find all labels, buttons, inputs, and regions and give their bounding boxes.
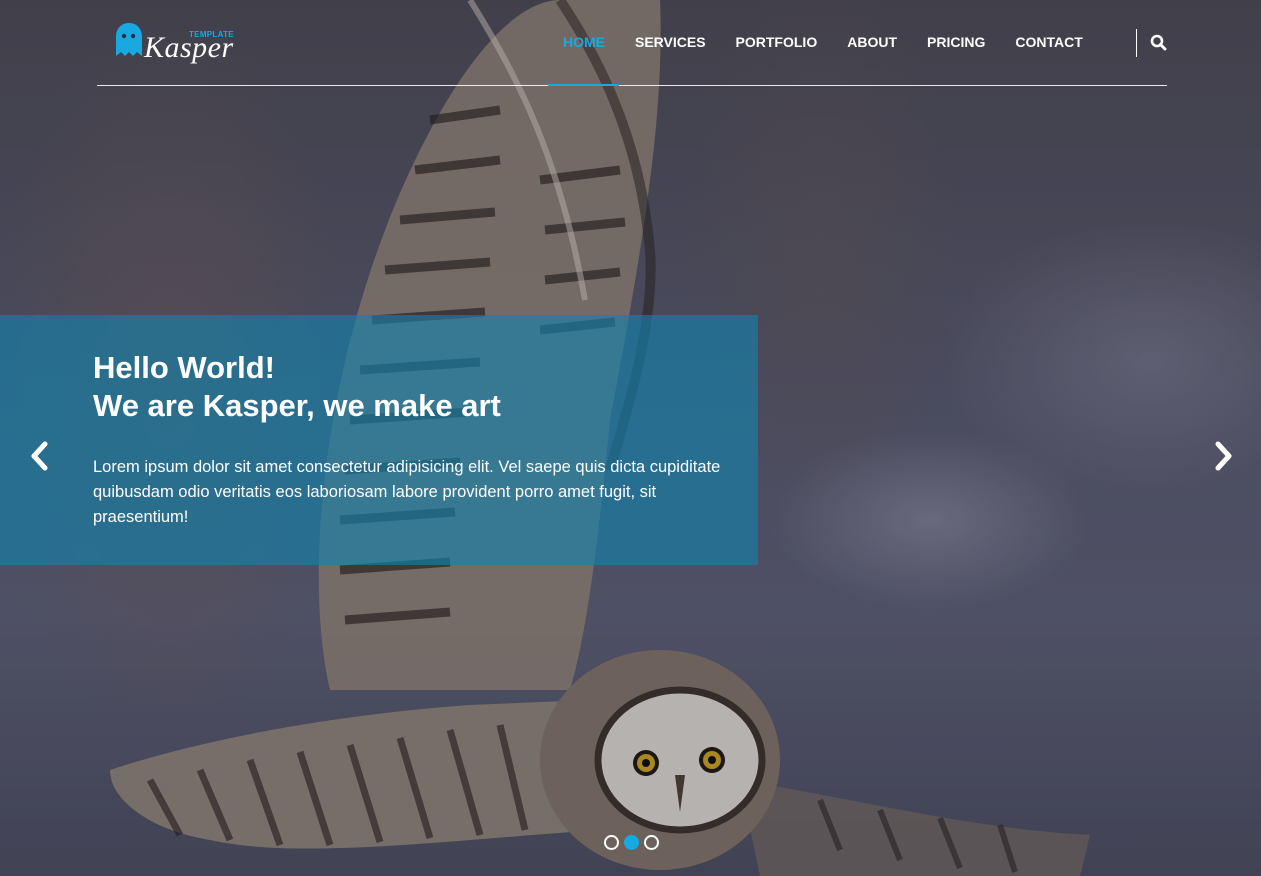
search-icon[interactable] xyxy=(1150,34,1167,51)
slide-heading-line1: Hello World! xyxy=(93,350,275,385)
nav-contact[interactable]: CONTACT xyxy=(1000,33,1097,53)
nav-about[interactable]: ABOUT xyxy=(832,33,912,53)
main-nav: HOME SERVICES PORTFOLIO ABOUT PRICING CO… xyxy=(548,33,1098,53)
nav-pricing[interactable]: PRICING xyxy=(912,33,1000,53)
slide-text: Lorem ipsum dolor sit amet consectetur a… xyxy=(93,458,721,526)
slider-indicators xyxy=(604,835,659,850)
chevron-left-icon[interactable] xyxy=(29,441,51,471)
slider-dot[interactable] xyxy=(604,835,619,850)
slider-dot[interactable] xyxy=(644,835,659,850)
site-logo[interactable]: TEMPLATE Kasper xyxy=(114,20,244,66)
nav-divider xyxy=(1136,29,1137,57)
nav-services[interactable]: SERVICES xyxy=(620,33,721,53)
ghost-icon xyxy=(116,23,142,56)
active-nav-indicator xyxy=(548,84,619,86)
slide-caption: Hello World! We are Kasper, we make art … xyxy=(0,315,758,565)
nav-portfolio[interactable]: PORTFOLIO xyxy=(721,33,833,53)
chevron-right-icon[interactable] xyxy=(1212,441,1234,471)
nav-home[interactable]: HOME xyxy=(548,33,620,53)
slide-heading-line2: We are Kasper, we make art xyxy=(93,388,501,423)
logo-name: Kasper xyxy=(144,31,234,64)
slider-dot[interactable] xyxy=(624,835,639,850)
slide-heading: Hello World! We are Kasper, we make art xyxy=(93,349,733,425)
header-divider xyxy=(97,85,1167,86)
